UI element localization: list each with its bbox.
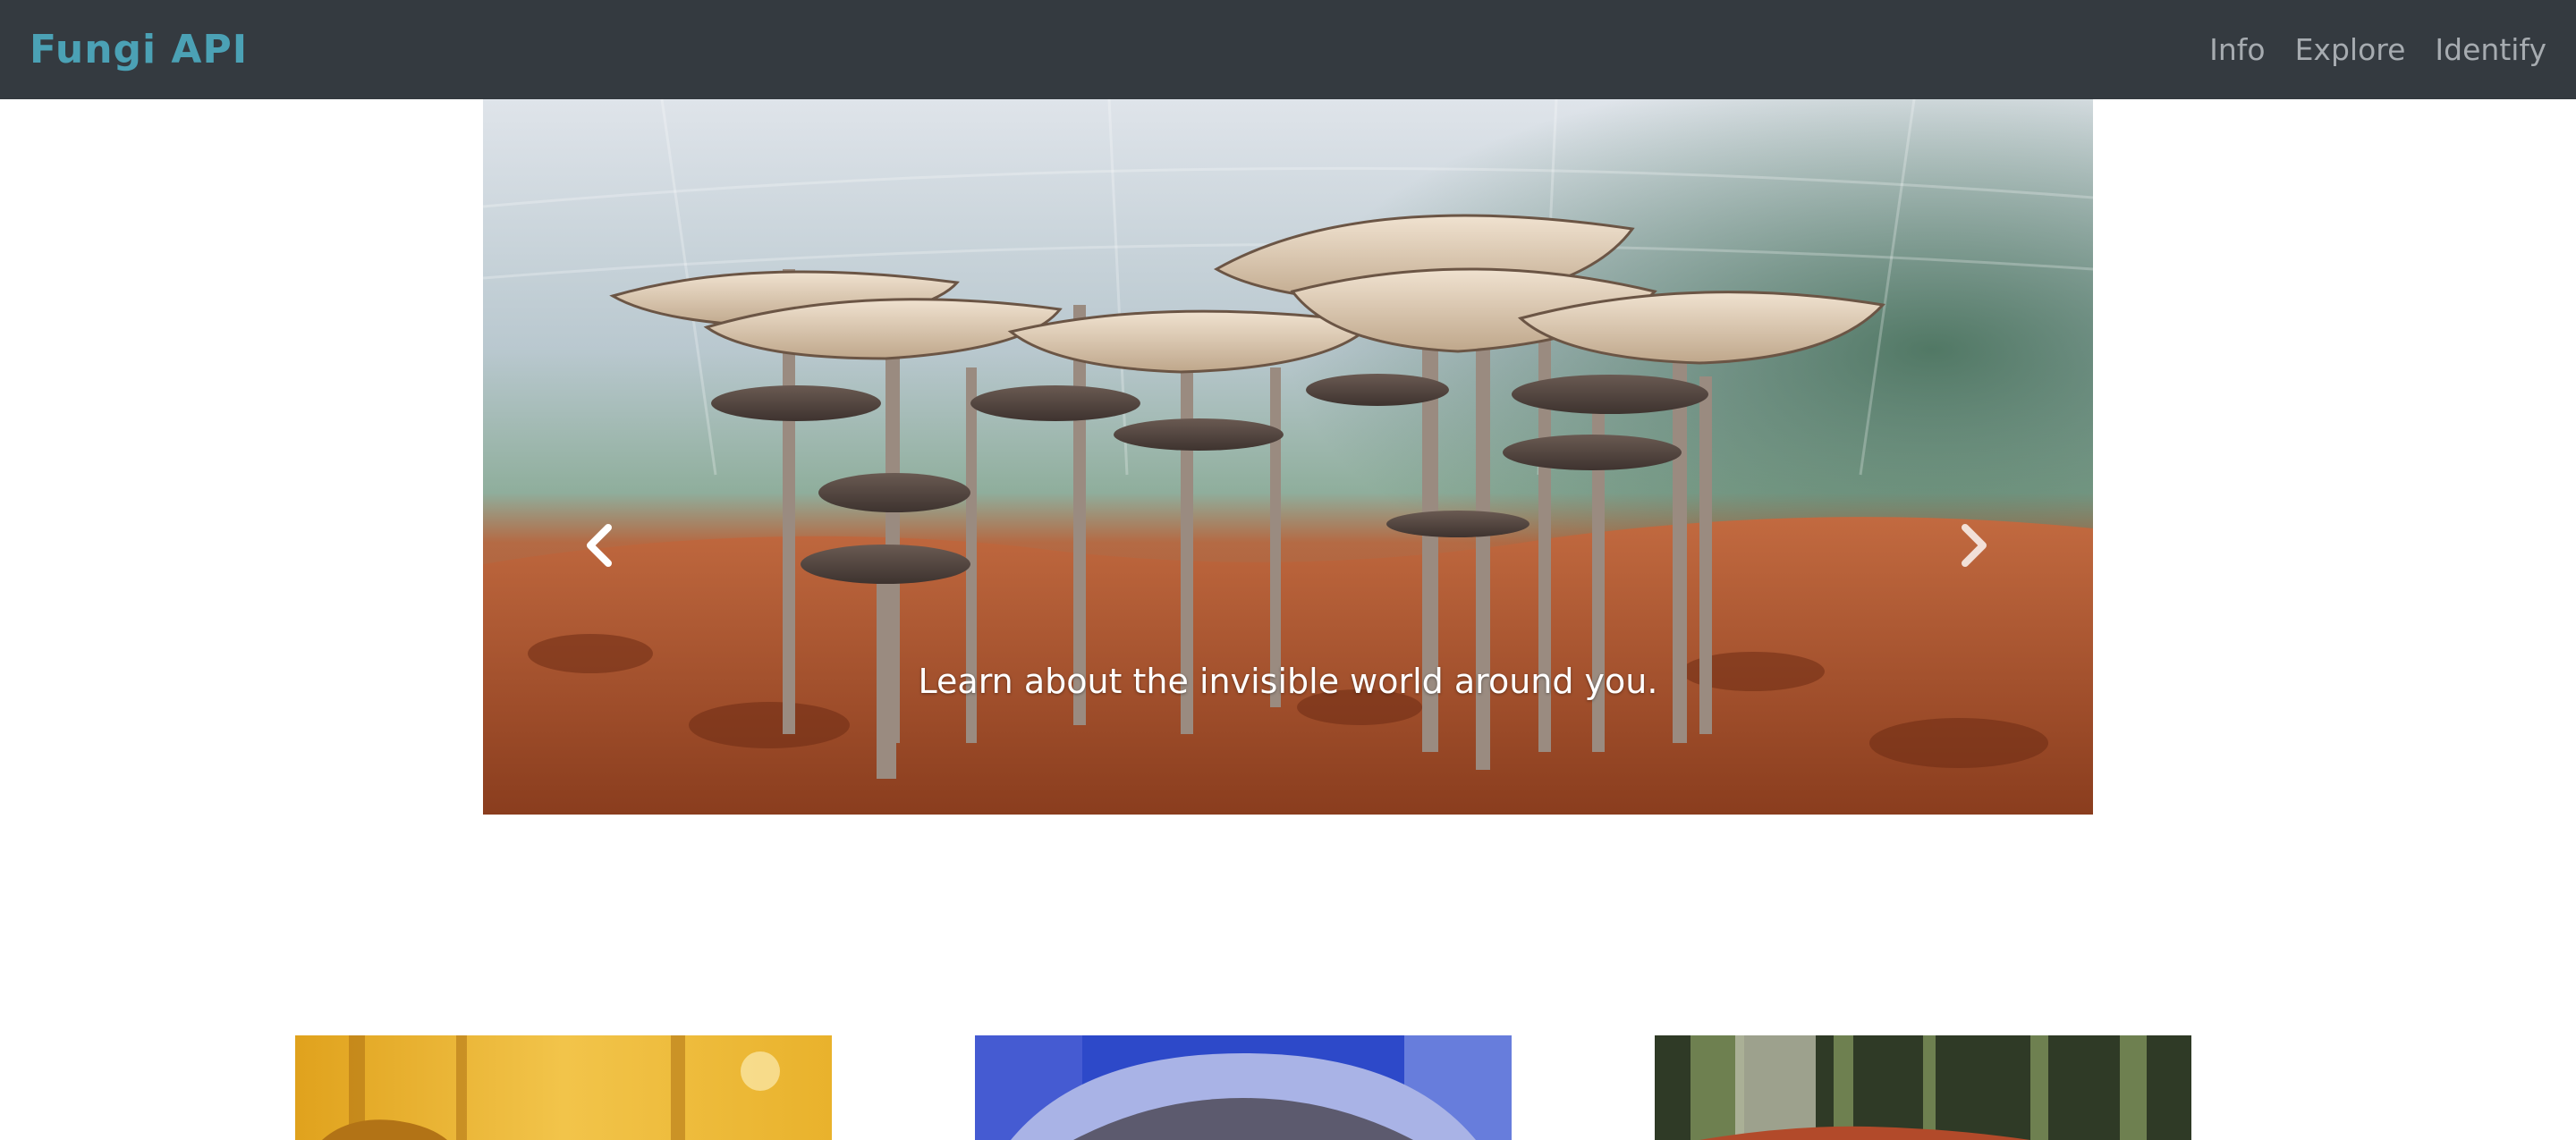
nav-link-info[interactable]: Info — [2209, 32, 2265, 67]
autumn-mushroom-photo — [295, 1035, 832, 1140]
card-image-forest-mushroom[interactable] — [1655, 1035, 2191, 1140]
carousel-prev-button[interactable] — [572, 519, 626, 572]
carousel-slide-image — [483, 99, 2093, 815]
card-image-autumn-mushroom[interactable] — [295, 1035, 832, 1140]
nav-link-explore[interactable]: Explore — [2295, 32, 2406, 67]
nav-link-identify[interactable]: Identify — [2435, 32, 2546, 67]
blue-mushroom-photo — [975, 1035, 1512, 1140]
hero-carousel — [483, 99, 2093, 815]
brand-logo-link[interactable]: Fungi API — [30, 27, 248, 72]
nav-links: Info Explore Identify — [2209, 32, 2546, 67]
forest-mushroom-photo — [1655, 1035, 2191, 1140]
card-image-blue-mushroom[interactable] — [975, 1035, 1512, 1140]
carousel-caption: Learn about the invisible world around y… — [918, 662, 1658, 701]
chevron-left-icon — [587, 524, 612, 567]
top-navbar: Fungi API Info Explore Identify — [0, 0, 2576, 99]
carousel-next-button[interactable] — [1947, 519, 2001, 572]
chevron-right-icon — [1962, 524, 1987, 567]
